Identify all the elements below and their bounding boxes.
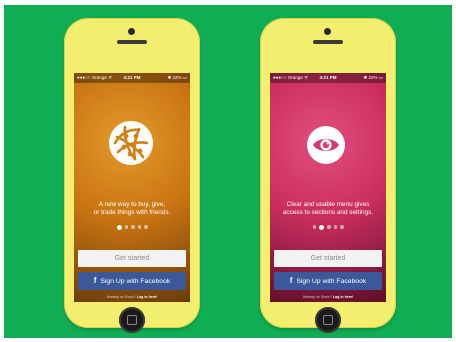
home-square-icon: [323, 315, 333, 325]
facebook-signup-button[interactable]: f Sign Up with Facebook: [78, 272, 186, 290]
facebook-signup-button[interactable]: f Sign Up with Facebook: [274, 272, 382, 290]
page-dot[interactable]: [327, 225, 331, 229]
page-indicator[interactable]: [74, 224, 190, 230]
tagline-line: access to sections and settings.: [282, 209, 374, 216]
home-square-icon: [127, 315, 137, 325]
onboarding-screen-1: ●●●○○ Orange ᯤ 4:21 PM ✱ 22% ▭ A new way…: [74, 73, 190, 302]
facebook-signup-label: Sign Up with Facebook: [100, 278, 171, 285]
page-indicator[interactable]: [270, 224, 386, 230]
earpiece-speaker: [117, 40, 147, 44]
login-prompt-text: Already on Sonic?: [302, 295, 332, 299]
get-started-button[interactable]: Get started: [78, 250, 186, 267]
login-prompt: Already on Sonic? Log in here!: [74, 295, 190, 300]
page-dot[interactable]: [131, 225, 135, 229]
page-dot-active[interactable]: [319, 224, 324, 230]
login-prompt: Already on Sonic? Log in here!: [270, 295, 386, 300]
phone-right: ●●●○○ Orange ᯤ 4:21 PM ✱ 22% ▭ Clear and…: [260, 18, 396, 333]
battery-indicator: ✱ 22% ▭: [167, 75, 187, 80]
home-button[interactable]: [119, 307, 145, 333]
page-dot[interactable]: [312, 225, 316, 229]
onboarding-tagline: Clear and usable menu gives access to se…: [276, 201, 380, 217]
facebook-signup-label: Sign Up with Facebook: [296, 278, 367, 285]
front-camera: [324, 28, 331, 35]
front-camera: [128, 28, 135, 35]
onboarding-tagline: A new way to buy, give, or trade things …: [80, 201, 184, 217]
tagline-line: or trade things with friends.: [93, 209, 171, 216]
facebook-icon: f: [93, 276, 97, 285]
get-started-button[interactable]: Get started: [274, 250, 382, 267]
earpiece-speaker: [313, 40, 343, 44]
page-dot[interactable]: [333, 225, 337, 229]
login-link[interactable]: Log in here!: [137, 295, 158, 299]
globe-network-icon: [109, 121, 153, 165]
page-dot[interactable]: [340, 225, 344, 229]
login-link[interactable]: Log in here!: [333, 295, 354, 299]
login-prompt-text: Already on Sonic?: [106, 295, 136, 299]
eye-icon: [307, 126, 345, 164]
onboarding-screen-2: ●●●○○ Orange ᯤ 4:21 PM ✱ 22% ▭ Clear and…: [270, 73, 386, 302]
green-backdrop: ●●●○○ Orange ᯤ 4:21 PM ✱ 22% ▭ A new way…: [4, 5, 452, 338]
page-dot[interactable]: [137, 225, 141, 229]
home-button[interactable]: [315, 307, 341, 333]
phone-left: ●●●○○ Orange ᯤ 4:21 PM ✱ 22% ▭ A new way…: [64, 18, 200, 333]
page-dot[interactable]: [144, 225, 148, 229]
status-bar: ●●●○○ Orange ᯤ 4:21 PM ✱ 22% ▭: [270, 73, 386, 83]
page-dot-active[interactable]: [116, 224, 122, 230]
tagline-line: Clear and usable menu gives: [286, 201, 370, 208]
page-dot[interactable]: [124, 225, 128, 229]
status-bar: ●●●○○ Orange ᯤ 4:21 PM ✱ 22% ▭: [74, 73, 190, 83]
facebook-icon: f: [289, 276, 293, 285]
tagline-line: A new way to buy, give,: [98, 201, 166, 208]
battery-indicator: ✱ 22% ▭: [363, 75, 383, 80]
